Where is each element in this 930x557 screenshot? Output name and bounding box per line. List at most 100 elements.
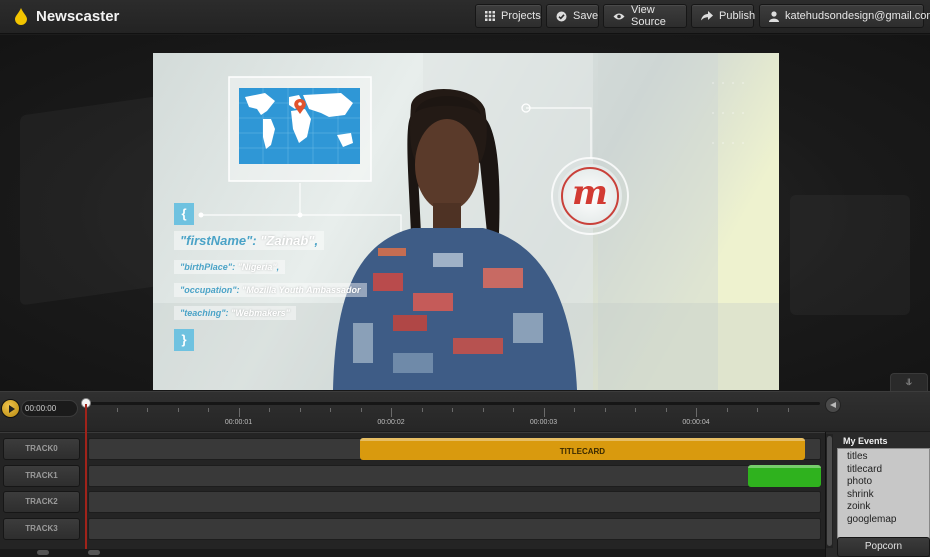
event-item-shrink[interactable]: shrink (847, 489, 929, 502)
json-line-teaching: "teaching": "Webmakers" (174, 306, 296, 320)
ruler-minor-tick (513, 408, 514, 412)
track-lane[interactable] (88, 491, 821, 513)
tracks-vscrollbar[interactable] (826, 434, 833, 548)
json-value: "Mozilla Youth Ambassador (242, 285, 361, 295)
ruler-minor-tick (269, 408, 270, 412)
current-time: 00:00:00 (21, 400, 78, 417)
projects-label: Projects (501, 10, 541, 22)
track-label[interactable]: TRACK1 (3, 464, 80, 487)
ruler-minor-tick (147, 408, 148, 412)
json-tail: , (276, 262, 280, 272)
ruler-minor-tick (757, 408, 758, 412)
ruler-time-label: 00:00:04 (682, 419, 710, 426)
json-value: "Webmakers" (231, 308, 290, 318)
video-player[interactable]: { "firstName": "Zainab", "birthPlace": "… (153, 53, 779, 390)
track-label[interactable]: TRACK3 (3, 517, 80, 540)
save-label: Save (573, 10, 599, 22)
ruler-minor-tick (726, 408, 728, 412)
json-key: "firstName" (180, 233, 253, 248)
track-label[interactable]: TRACK2 (3, 491, 80, 513)
timeline-hscrollbar[interactable] (0, 549, 825, 557)
ruler-major-tick (391, 408, 392, 417)
video-frame-illustration (153, 53, 779, 390)
save-button[interactable]: Save (546, 4, 599, 28)
tracks-area: TRACK0 TITLECARD TRACK1 TRACK2 TRACK3 (0, 432, 825, 549)
ruler-minor-tick (574, 408, 575, 412)
view-source-button[interactable]: View Source (603, 4, 687, 28)
volume-icon[interactable] (825, 397, 841, 413)
user-icon (769, 10, 779, 22)
transport-bar: 00:00:00 00:00:01 00:00:02 00:00:03 00:00:0… (0, 391, 930, 431)
projects-button[interactable]: Projects (475, 4, 542, 28)
stage-ghost-shape (790, 195, 910, 315)
zoom-scroll-thumb[interactable] (37, 550, 49, 555)
check-circle-icon (556, 11, 567, 21)
grid-icon (485, 11, 495, 21)
ruler-minor-tick (635, 408, 636, 412)
ruler-minor-tick (665, 408, 667, 412)
account-button[interactable]: katehudsondesign@gmail.com (759, 4, 930, 28)
json-line-birthplace: "birthPlace": "Nigeria", (174, 260, 286, 274)
eye-icon (613, 13, 625, 19)
ruler-major-tick (696, 408, 697, 417)
popcorn-maker-app: Newscaster Projects Save View Source Pub… (0, 0, 930, 557)
track-event[interactable]: TITLECARD (359, 438, 805, 460)
app-title: Newscaster (36, 8, 120, 25)
json-tail: , (314, 233, 319, 248)
event-item-googlemap[interactable]: googlemap (847, 514, 929, 527)
json-line-firstname: "firstName": "Zainab", (174, 231, 325, 250)
ruler-time-label: 00:00:03 (529, 419, 558, 426)
track-event[interactable] (748, 464, 821, 487)
event-item-photo[interactable]: photo (847, 476, 929, 489)
scrub-track[interactable] (86, 402, 820, 405)
ruler-minor-tick (116, 408, 118, 412)
json-close-brace: } (174, 329, 194, 351)
publish-button[interactable]: Publish (691, 4, 756, 28)
view-source-label: View Source (631, 4, 666, 28)
json-key: "occupation" (180, 285, 237, 295)
ruler-time-label: 00:00:01 (224, 419, 253, 426)
events-panel-title: My Events (843, 436, 888, 446)
app-header: Newscaster Projects Save View Source Pub… (0, 0, 930, 34)
chevron-down-icon[interactable]: ⥥ (890, 373, 928, 391)
json-open-brace: { (174, 203, 194, 225)
event-item-titles[interactable]: titles (847, 451, 929, 464)
event-item-zoink[interactable]: zoink (847, 501, 929, 514)
ruler-minor-tick (177, 408, 179, 412)
publish-label: Publish (719, 10, 756, 22)
track-label[interactable]: TRACK0 (3, 438, 80, 460)
play-icon[interactable] (1, 399, 20, 418)
ruler-minor-tick (604, 408, 606, 412)
events-list[interactable]: titles titlecard photo shrink zoink googlemap (837, 448, 930, 541)
event-item-titlecard[interactable]: titlecard (847, 464, 929, 477)
ruler-minor-tick (787, 408, 789, 412)
ruler-minor-tick (299, 408, 301, 412)
json-line-occupation: "occupation": "Mozilla Youth Ambassador (174, 283, 367, 297)
ruler-minor-tick (330, 408, 331, 412)
ruler-minor-tick (208, 408, 209, 412)
json-value: "Zainab" (260, 233, 315, 248)
flame-logo-icon (15, 8, 27, 25)
mozilla-badge-letter: m (572, 173, 608, 213)
track-lane[interactable] (88, 464, 821, 487)
time-ruler[interactable]: 00:00:01 00:00:02 00:00:03 00:00:04 (86, 408, 820, 430)
json-value: "Nigeria" (237, 262, 277, 272)
ruler-minor-tick (452, 408, 453, 412)
ruler-minor-tick (421, 408, 423, 412)
timeline-scroll-thumb[interactable] (88, 550, 100, 555)
playhead[interactable] (85, 404, 87, 549)
account-email: katehudsondesign@gmail.com (785, 10, 930, 22)
json-key: "birthPlace" (180, 262, 233, 272)
stage-ghost-shape (20, 94, 170, 305)
ruler-minor-tick (482, 408, 484, 412)
json-key: "teaching" (180, 308, 226, 318)
track-lane[interactable] (88, 517, 821, 540)
popcorn-button[interactable]: Popcorn (837, 537, 930, 557)
ruler-major-tick (238, 408, 240, 417)
events-panel: My Events titles titlecard photo shrink zoin… (825, 432, 930, 557)
ruler-major-tick (543, 408, 545, 417)
tracks-vscroll-thumb[interactable] (827, 436, 832, 546)
ruler-time-label: 00:00:02 (377, 419, 405, 426)
ruler-minor-tick (360, 408, 362, 412)
share-arrow-icon (701, 11, 713, 21)
